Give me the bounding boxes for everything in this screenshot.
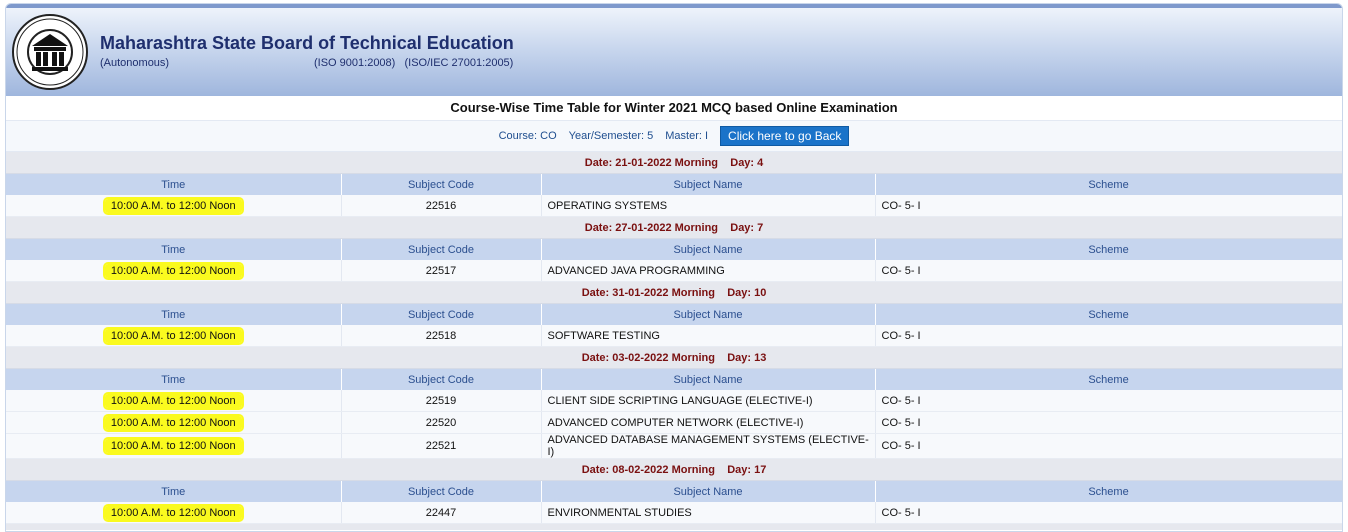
column-header-time: Time [6, 173, 342, 195]
timetable: Date: 21-01-2022 Morning Day: 4 Time Sub… [6, 152, 1342, 524]
cell-subject-name: ADVANCED COMPUTER NETWORK (ELECTIVE-I) [541, 411, 876, 434]
column-header-scheme: Scheme [875, 303, 1342, 325]
session-date: Date: 08-02-2022 Morning [581, 463, 715, 476]
cell-time: 10:00 A.M. to 12:00 Noon [6, 502, 342, 524]
cell-scheme: CO- 5- I [875, 411, 1342, 434]
course-label: Course: CO [498, 130, 557, 142]
organization-name: Maharashtra State Board of Technical Edu… [100, 33, 514, 53]
time-highlight: 10:00 A.M. to 12:00 Noon [104, 439, 242, 453]
column-header-name: Subject Name [541, 303, 876, 325]
table-row: 10:00 A.M. to 12:00 Noon 22520 ADVANCED … [6, 411, 1342, 434]
cell-time: 10:00 A.M. to 12:00 Noon [6, 390, 342, 412]
table-row: 10:00 A.M. to 12:00 Noon 22519 CLIENT SI… [6, 390, 1342, 412]
column-header-row: Time Subject Code Subject Name Scheme [6, 368, 1342, 390]
session-day: Day: 13 [727, 351, 767, 364]
cell-scheme: CO- 5- I [875, 390, 1342, 412]
session-day: Day: 7 [730, 221, 764, 234]
column-header-scheme: Scheme [875, 173, 1342, 195]
cell-scheme: CO- 5- I [875, 325, 1342, 347]
session-date-row: Date: 08-02-2022 Morning Day: 17 [6, 458, 1342, 481]
table-footer-bar [6, 524, 1342, 530]
time-highlight: 10:00 A.M. to 12:00 Noon [104, 393, 242, 408]
session-day: Day: 17 [727, 463, 767, 476]
column-header-code: Subject Code [341, 238, 542, 260]
column-header-row: Time Subject Code Subject Name Scheme [6, 480, 1342, 502]
site-header: Maharashtra State Board of Technical Edu… [6, 4, 1342, 96]
cell-time: 10:00 A.M. to 12:00 Noon [6, 433, 342, 459]
organization-iso: (ISO 9001:2008) (ISO/IEC 27001:2005) [314, 57, 514, 69]
session-day: Day: 4 [730, 156, 764, 169]
cell-subject-code: 22517 [341, 260, 542, 282]
cell-subject-name: CLIENT SIDE SCRIPTING LANGUAGE (ELECTIVE… [541, 390, 876, 412]
msbte-logo-icon [12, 14, 88, 90]
cell-time: 10:00 A.M. to 12:00 Noon [6, 325, 342, 347]
cell-subject-code: 22447 [341, 502, 542, 524]
column-header-row: Time Subject Code Subject Name Scheme [6, 303, 1342, 325]
cell-subject-name: OPERATING SYSTEMS [541, 195, 876, 217]
column-header-row: Time Subject Code Subject Name Scheme [6, 238, 1342, 260]
column-header-name: Subject Name [541, 238, 876, 260]
column-header-scheme: Scheme [875, 238, 1342, 260]
time-highlight: 10:00 A.M. to 12:00 Noon [104, 328, 242, 343]
cell-subject-code: 22518 [341, 325, 542, 347]
column-header-code: Subject Code [341, 173, 542, 195]
master-label: Master: I [665, 130, 709, 142]
column-header-time: Time [6, 480, 342, 502]
cell-scheme: CO- 5- I [875, 433, 1342, 459]
cell-subject-code: 22520 [341, 411, 542, 434]
go-back-button[interactable]: Click here to go Back [720, 126, 850, 146]
cell-time: 10:00 A.M. to 12:00 Noon [6, 195, 342, 217]
cell-scheme: CO- 5- I [875, 502, 1342, 524]
page-title: Course-Wise Time Table for Winter 2021 M… [6, 96, 1342, 121]
cell-subject-name: ENVIRONMENTAL STUDIES [541, 502, 876, 524]
column-header-code: Subject Code [341, 480, 542, 502]
column-header-scheme: Scheme [875, 480, 1342, 502]
table-row: 10:00 A.M. to 12:00 Noon 22517 ADVANCED … [6, 260, 1342, 282]
column-header-time: Time [6, 303, 342, 325]
session-date-row: Date: 31-01-2022 Morning Day: 10 [6, 281, 1342, 304]
time-highlight: 10:00 A.M. to 12:00 Noon [104, 198, 242, 213]
table-row: 10:00 A.M. to 12:00 Noon 22447 ENVIRONME… [6, 502, 1342, 524]
year-semester-label: Year/Semester: 5 [568, 130, 654, 142]
time-highlight: 10:00 A.M. to 12:00 Noon [104, 505, 242, 520]
column-header-time: Time [6, 368, 342, 390]
session-date-row: Date: 21-01-2022 Morning Day: 4 [6, 152, 1342, 174]
column-header-name: Subject Name [541, 480, 876, 502]
cell-scheme: CO- 5- I [875, 195, 1342, 217]
column-header-scheme: Scheme [875, 368, 1342, 390]
column-header-code: Subject Code [341, 303, 542, 325]
session-date: Date: 03-02-2022 Morning [581, 351, 715, 364]
course-info-bar: Course: CO Year/Semester: 5 Master: I Cl… [6, 121, 1342, 152]
session-date-row: Date: 03-02-2022 Morning Day: 13 [6, 346, 1342, 369]
time-highlight: 10:00 A.M. to 12:00 Noon [104, 263, 242, 278]
cell-time: 10:00 A.M. to 12:00 Noon [6, 260, 342, 282]
column-header-time: Time [6, 238, 342, 260]
organization-subtitle: (Autonomous) [100, 57, 170, 69]
table-row: 10:00 A.M. to 12:00 Noon 22516 OPERATING… [6, 195, 1342, 217]
cell-time: 10:00 A.M. to 12:00 Noon [6, 411, 342, 434]
table-row: 10:00 A.M. to 12:00 Noon 22518 SOFTWARE … [6, 325, 1342, 347]
column-header-code: Subject Code [341, 368, 542, 390]
cell-subject-name: ADVANCED JAVA PROGRAMMING [541, 260, 876, 282]
session-day: Day: 10 [727, 286, 767, 299]
cell-subject-code: 22521 [341, 433, 542, 459]
column-header-row: Time Subject Code Subject Name Scheme [6, 173, 1342, 195]
column-header-name: Subject Name [541, 368, 876, 390]
session-date: Date: 27-01-2022 Morning [584, 221, 719, 234]
session-date: Date: 31-01-2022 Morning [581, 286, 715, 299]
cell-scheme: CO- 5- I [875, 260, 1342, 282]
cell-subject-name: SOFTWARE TESTING [541, 325, 876, 347]
cell-subject-name: ADVANCED DATABASE MANAGEMENT SYSTEMS (EL… [541, 433, 876, 459]
cell-subject-code: 22516 [341, 195, 542, 217]
time-highlight: 10:00 A.M. to 12:00 Noon [104, 415, 242, 430]
session-date-row: Date: 27-01-2022 Morning Day: 7 [6, 216, 1342, 239]
page-frame: Maharashtra State Board of Technical Edu… [5, 3, 1343, 532]
cell-subject-code: 22519 [341, 390, 542, 412]
table-row: 10:00 A.M. to 12:00 Noon 22521 ADVANCED … [6, 433, 1342, 459]
column-header-name: Subject Name [541, 173, 876, 195]
session-date: Date: 21-01-2022 Morning [584, 156, 719, 169]
